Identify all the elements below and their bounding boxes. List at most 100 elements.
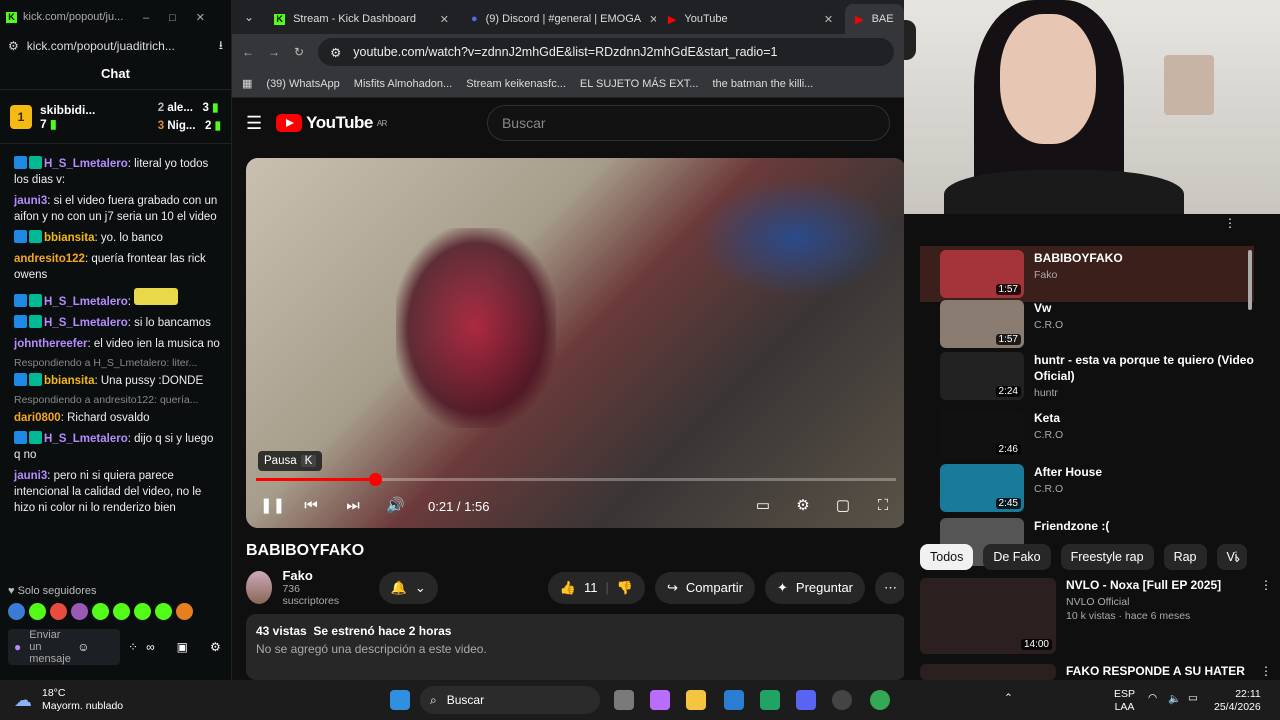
taskbar-search[interactable]: ⌕ Buscar — [420, 686, 600, 714]
rec-title[interactable]: NVLO - Noxa [Full EP 2025] — [1066, 578, 1246, 592]
bookmark-whatsapp[interactable]: (39) WhatsApp — [266, 78, 339, 90]
weather-temp[interactable]: 18°C — [42, 687, 123, 700]
rec-title[interactable]: FAKO RESPONDE A SU HATER — [1066, 664, 1246, 678]
channel-avatar[interactable] — [246, 571, 273, 604]
playlist-title[interactable]: After House — [1034, 464, 1102, 480]
playlist-item[interactable]: 2:46 Keta C.R.O — [940, 410, 1258, 462]
youtube-logo[interactable]: YouTube AR — [276, 113, 387, 133]
chat-message[interactable]: H_S_Lmetalero: si lo bancamos — [14, 315, 222, 331]
tab-kick[interactable]: K Stream - Kick Dashboard ✕ — [264, 4, 459, 34]
chat-message[interactable]: bbiansita: yo. lo banco — [14, 230, 222, 246]
next-icon[interactable]: ⏭ — [344, 497, 362, 515]
excel-icon[interactable] — [760, 690, 780, 710]
obs-icon[interactable] — [832, 690, 852, 710]
battery-icon[interactable]: ▭ — [1188, 692, 1198, 704]
playlist-title[interactable]: BABIBOYFAKO — [1034, 250, 1123, 266]
ask-button[interactable]: ✦ Preguntar — [765, 571, 865, 604]
subtitles-icon[interactable]: ▭ — [754, 497, 772, 515]
playlist-thumbnail[interactable]: 1:57 — [940, 250, 1024, 298]
leader-2-name[interactable]: ale... — [167, 102, 193, 114]
playlist-thumbnail[interactable]: 2:45 — [940, 464, 1024, 512]
tray-chevron-icon[interactable]: ⌃ — [1004, 692, 1013, 704]
tab-youtube[interactable]: ▶ YouTube ✕ — [658, 4, 843, 34]
page-url[interactable]: youtube.com/watch?v=zdnnJ2mhGdE&list=RDz… — [353, 45, 777, 59]
bookmark-stream[interactable]: Stream keikenasfc... — [466, 78, 566, 90]
playlist-title[interactable]: huntr - esta va porque te quiero (Video … — [1034, 352, 1258, 384]
site-info-icon[interactable]: ⚙ — [330, 45, 341, 60]
chat-username[interactable]: dari0800 — [14, 412, 61, 424]
forward-icon[interactable]: → — [268, 45, 280, 59]
video-player[interactable]: Pausa K ❚❚ ⏮ ⏭ 🔊 0:21 / 1:56 ▭ ⚙ ▢ ⛶ — [246, 158, 906, 528]
playlist-item[interactable]: 2:45 After House C.R.O — [940, 464, 1258, 516]
filter-chip[interactable]: Rap — [1163, 544, 1207, 570]
thumbs-down-icon[interactable]: 👎 — [617, 580, 633, 596]
address-bar[interactable]: ⚙ youtube.com/watch?v=zdnnJ2mhGdE&list=RD… — [318, 38, 894, 66]
chrome-icon[interactable] — [870, 690, 890, 710]
playlist-title[interactable]: Vw — [1034, 300, 1063, 316]
emote-icon[interactable] — [134, 603, 151, 620]
chat-message[interactable]: dari0800: Richard osvaldo — [14, 410, 222, 426]
filter-chip[interactable]: Vi — [1216, 544, 1248, 570]
emote-icon[interactable] — [92, 603, 109, 620]
bits-icon[interactable]: ⁘ — [128, 640, 138, 654]
emoji-icon[interactable]: ☺ — [77, 640, 89, 654]
emote-icon[interactable] — [50, 603, 67, 620]
chat-username[interactable]: H_S_Lmetalero — [44, 317, 128, 329]
back-icon[interactable]: ← — [242, 45, 254, 59]
tab-active-video[interactable]: ▶ BAE — [845, 4, 904, 34]
playlist-item[interactable]: 2:24 huntr - esta va porque te quiero (Vi… — [940, 352, 1258, 404]
rec-thumbnail[interactable] — [920, 664, 1056, 680]
language-indicator[interactable]: ESP LAA — [1114, 688, 1135, 714]
chat-username[interactable]: jauni3 — [14, 195, 47, 207]
mic-icon[interactable]: ● — [14, 640, 21, 654]
filter-chip[interactable]: Todos — [920, 544, 974, 570]
playlist-scrollbar[interactable] — [1248, 250, 1252, 310]
playlist-item[interactable]: 1:57 BABIBOYFAKO Fako — [920, 246, 1254, 302]
chat-username[interactable]: andresito122 — [14, 253, 85, 265]
emote-icon[interactable] — [29, 603, 46, 620]
bookmark-misfits[interactable]: Misfits Almohadon... — [354, 78, 452, 90]
share-button[interactable]: ↪ Compartir — [655, 571, 755, 604]
chat-input-placeholder[interactable]: Enviar un mensaje — [29, 629, 71, 665]
apps-icon[interactable]: ▦ — [242, 77, 252, 90]
discord-taskbar-icon[interactable] — [796, 690, 816, 710]
filter-chip[interactable]: De Fako — [983, 544, 1051, 570]
playlist-thumbnail[interactable]: 2:24 — [940, 352, 1024, 400]
weather-desc[interactable]: Mayorm. nublado — [42, 700, 123, 713]
search-input[interactable]: Buscar — [486, 105, 890, 141]
chat-message[interactable]: jauni3: pero ni si quiera parece intenci… — [14, 468, 222, 516]
rec-more-icon[interactable]: ⋮ — [1260, 664, 1272, 680]
playlist-more-icon[interactable]: ⋮ — [1224, 216, 1236, 230]
wifi-icon[interactable]: ◠ — [1148, 692, 1157, 704]
emote-icon[interactable] — [113, 603, 130, 620]
playlist-title[interactable]: Keta — [1034, 410, 1063, 426]
more-actions-button[interactable]: ⋯ — [875, 571, 906, 604]
tab-discord[interactable]: ● (9) Discord | #general | EMOGA ✕ — [461, 4, 656, 34]
chat-username[interactable]: bbiansita — [44, 375, 94, 387]
emote-icon[interactable] — [155, 603, 172, 620]
chat-input[interactable]: ● Enviar un mensaje ☺ — [8, 629, 120, 665]
recommendation-item[interactable]: 14:00 NVLO - Noxa [Full EP 2025] NVLO Of… — [920, 578, 1272, 654]
filter-chip[interactable]: Freestyle rap — [1060, 544, 1154, 570]
window-controls[interactable]: –□✕ — [143, 11, 225, 24]
rec-more-icon[interactable]: ⋮ — [1260, 578, 1272, 654]
emote-bar[interactable] — [0, 603, 232, 623]
chat-message[interactable]: johnthereefer: el video ien la musica no — [14, 336, 222, 352]
rec-thumbnail[interactable]: 14:00 — [920, 578, 1056, 654]
chat-message[interactable]: H_S_Lmetalero: — [14, 288, 222, 310]
like-button[interactable]: 👍 11 | 👎 — [547, 571, 646, 604]
file-explorer-icon[interactable] — [686, 690, 706, 710]
reload-icon[interactable]: ↻ — [294, 45, 304, 59]
settings-icon[interactable]: ⚙ — [794, 497, 812, 515]
clock[interactable]: 22:11 25/4/2026 — [1214, 688, 1261, 714]
chat-message[interactable]: H_S_Lmetalero: literal yo todos los dias… — [14, 156, 222, 188]
emote-icon[interactable] — [8, 603, 25, 620]
fullscreen-icon[interactable]: ⛶ — [874, 497, 892, 515]
rec-channel[interactable]: NVLO Official — [1066, 596, 1246, 608]
task-view-icon[interactable] — [614, 690, 634, 710]
description-box[interactable]: 43 vistas Se estrenó hace 2 horas No se … — [246, 614, 906, 680]
playlist-thumbnail[interactable]: 2:46 — [940, 410, 1024, 458]
progress-handle[interactable] — [369, 473, 383, 486]
notifications-button[interactable]: 🔔 ⌄ — [378, 571, 438, 604]
chat-message[interactable]: jauni3: si el video fuera grabado con un… — [14, 193, 222, 225]
